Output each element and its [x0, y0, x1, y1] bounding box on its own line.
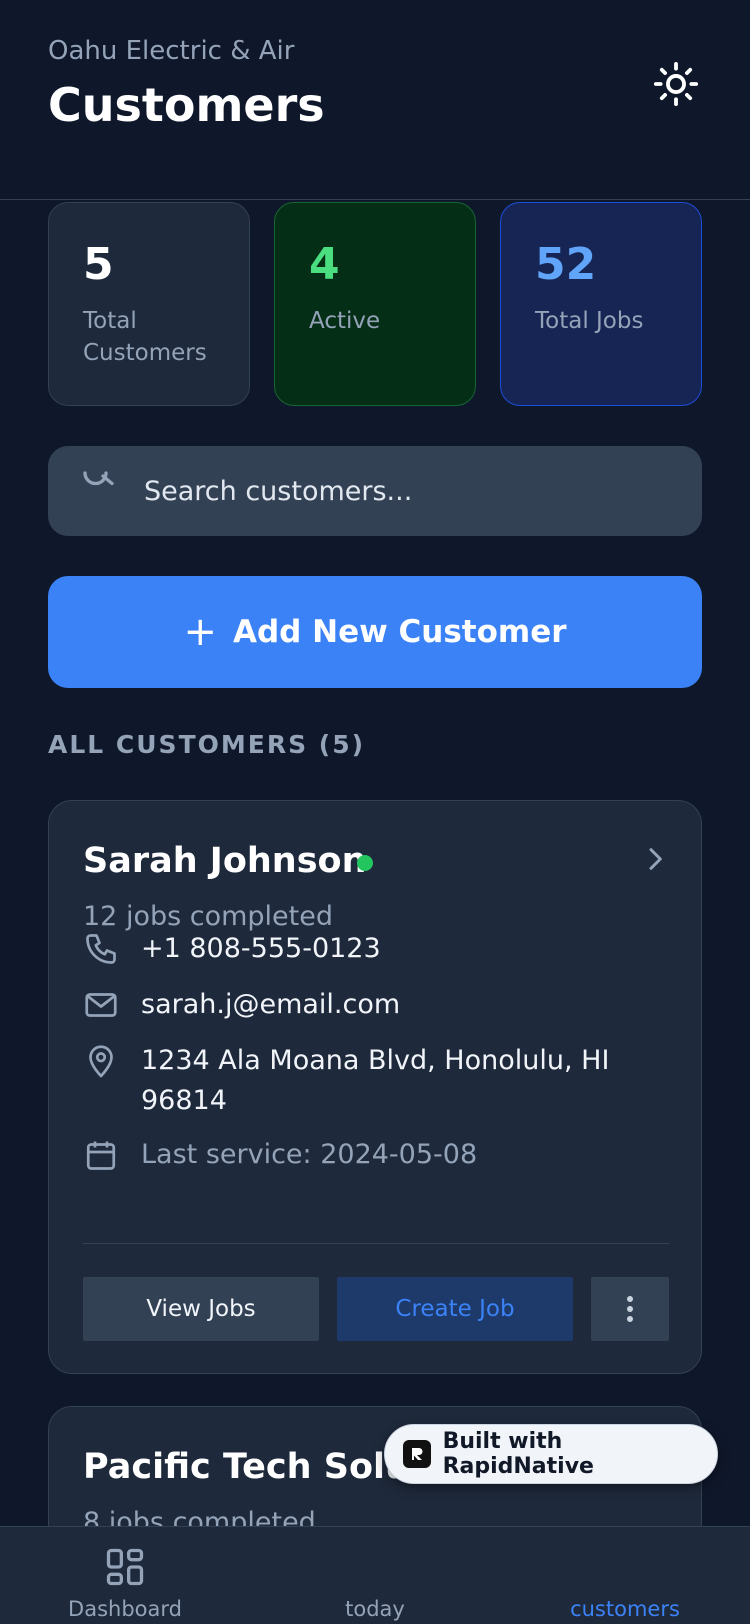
tab-customers[interactable]: customers: [500, 1527, 750, 1624]
more-options-button[interactable]: [591, 1277, 669, 1341]
built-with-badge[interactable]: Built with RapidNative: [384, 1424, 718, 1484]
tab-dashboard[interactable]: Dashboard: [0, 1527, 250, 1624]
map-pin-icon: [89, 1045, 113, 1078]
customer-card[interactable]: Sarah Johnson 12 jobs completed +1 808-5…: [48, 800, 702, 1374]
tab-label: Dashboard: [68, 1597, 182, 1621]
stat-value: 4: [309, 239, 340, 290]
address-row[interactable]: 1234 Ala Moana Blvd, Honolulu, HI 96814: [83, 1041, 641, 1121]
stat-value: 5: [83, 239, 114, 290]
theme-toggle-button[interactable]: [652, 60, 700, 108]
page-title: Customers: [48, 78, 325, 132]
stat-label: Total Customers: [83, 308, 207, 366]
stat-label: Total Jobs: [535, 308, 644, 334]
page-header: Oahu Electric & Air Customers: [0, 0, 750, 200]
create-job-button[interactable]: Create Job: [337, 1277, 573, 1341]
sun-icon: [653, 61, 699, 107]
customer-email: sarah.j@email.com: [141, 989, 401, 1020]
add-customer-label: Add New Customer: [232, 614, 567, 650]
tab-label: today: [345, 1597, 405, 1621]
email-row[interactable]: sarah.j@email.com: [83, 985, 641, 1025]
calendar-icon: [86, 1141, 116, 1170]
tab-today[interactable]: today: [250, 1527, 500, 1624]
mail-icon: [85, 993, 117, 1017]
dashboard-icon: [106, 1548, 144, 1586]
chevron-right-icon[interactable]: [639, 843, 671, 875]
stat-label: Active: [309, 308, 381, 334]
phone-icon: [86, 934, 116, 964]
search-icon: [83, 471, 114, 486]
customer-phone: +1 808-555-0123: [141, 933, 381, 964]
jobs-completed: 12 jobs completed: [83, 901, 334, 932]
tab-label: customers: [570, 1597, 680, 1621]
view-jobs-button[interactable]: View Jobs: [83, 1277, 319, 1341]
badge-label: Built with RapidNative: [442, 1429, 594, 1479]
more-vertical-icon: [627, 1296, 633, 1322]
bottom-tab-bar: Dashboard today customers: [0, 1526, 750, 1624]
company-name: Oahu Electric & Air: [48, 36, 295, 66]
stat-value: 52: [535, 239, 597, 290]
last-service: Last service: 2024-05-08: [141, 1139, 478, 1170]
search-input[interactable]: [144, 468, 664, 514]
plus-icon: +: [183, 609, 217, 655]
rapidnative-logo: [403, 1440, 431, 1468]
search-bar[interactable]: [48, 446, 702, 536]
active-status-dot: [357, 855, 373, 871]
add-customer-button[interactable]: + Add New Customer: [48, 576, 702, 688]
stat-total-jobs: 52 Total Jobs: [500, 202, 702, 406]
stat-total-customers: 5 Total Customers: [48, 202, 250, 406]
phone-row[interactable]: +1 808-555-0123: [83, 929, 641, 969]
last-service-row: Last service: 2024-05-08: [83, 1135, 641, 1175]
customer-name: Sarah Johnson: [83, 841, 367, 881]
section-title: ALL CUSTOMERS (5): [48, 730, 366, 759]
card-divider: [83, 1243, 669, 1244]
stat-active-customers: 4 Active: [274, 202, 476, 406]
customer-address: 1234 Ala Moana Blvd, Honolulu, HI 96814: [141, 1045, 610, 1116]
